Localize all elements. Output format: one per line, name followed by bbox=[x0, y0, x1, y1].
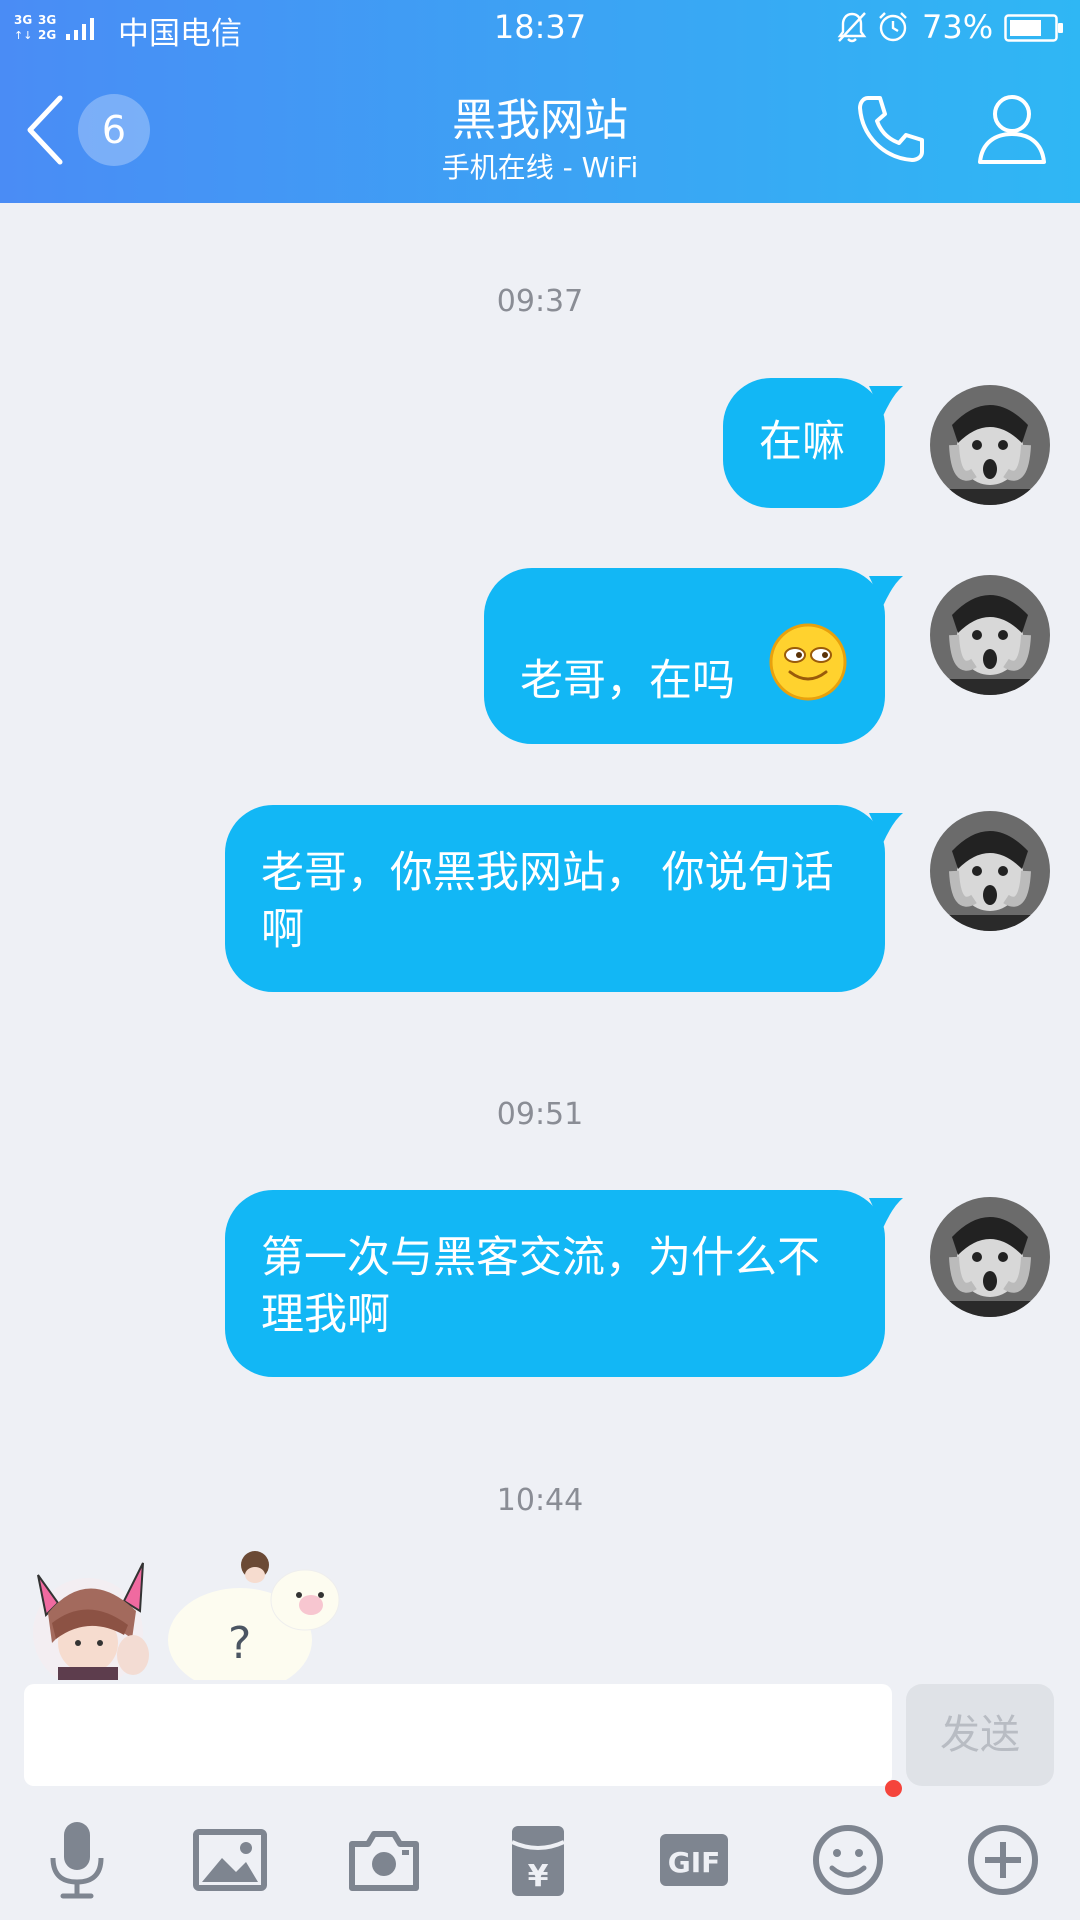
bubble-tail bbox=[869, 813, 903, 843]
message-timestamp: 10:44 bbox=[496, 1483, 584, 1518]
message-timestamp: 09:51 bbox=[496, 1097, 584, 1132]
alarm-icon bbox=[879, 12, 907, 42]
send-button[interactable]: 发送 bbox=[906, 1684, 1054, 1786]
bubble-tail bbox=[869, 386, 903, 416]
mute-bell-icon bbox=[837, 12, 867, 43]
mic-icon[interactable] bbox=[37, 1820, 117, 1900]
message-input[interactable] bbox=[24, 1684, 892, 1786]
message-timestamp: 09:37 bbox=[496, 284, 584, 319]
message-bubble[interactable]: 第一次与黑客交流，为什么不理我啊 bbox=[225, 1190, 903, 1377]
gif-icon[interactable]: GIF bbox=[654, 1820, 734, 1900]
sheep-sticker[interactable] bbox=[165, 1545, 355, 1680]
notification-dot bbox=[885, 1780, 902, 1797]
contact-avatar[interactable] bbox=[28, 1555, 158, 1680]
sticker-question-text: ? bbox=[228, 1618, 252, 1669]
chat-header: 3G 3G 2G ↑↓ 中国电信 18:37 73% 6 黑我网站 手机在线 -… bbox=[0, 0, 1080, 203]
bubble-tail bbox=[869, 1198, 903, 1228]
user-avatar[interactable] bbox=[930, 575, 1050, 695]
status-bar: 3G 3G 2G ↑↓ 中国电信 18:37 73% bbox=[0, 0, 1080, 56]
message-text: 老哥，在吗 bbox=[520, 656, 735, 706]
camera-icon[interactable] bbox=[344, 1820, 424, 1900]
message-text: 老哥，你黑我网站， 你说句话啊 bbox=[261, 848, 834, 955]
image-icon[interactable] bbox=[190, 1820, 270, 1900]
smiley-icon bbox=[769, 623, 847, 701]
gif-label: GIF bbox=[668, 1846, 721, 1879]
bubble-tail bbox=[869, 576, 903, 606]
yen-symbol: ¥ bbox=[528, 1859, 549, 1894]
message-text: 在嘛 bbox=[759, 417, 845, 467]
emoji-icon[interactable] bbox=[808, 1820, 888, 1900]
clock: 18:37 bbox=[493, 8, 587, 46]
plus-icon[interactable] bbox=[963, 1820, 1043, 1900]
battery-icon bbox=[1004, 14, 1063, 42]
user-avatar[interactable] bbox=[930, 385, 1050, 505]
profile-icon[interactable] bbox=[976, 90, 1048, 166]
message-text: 第一次与黑客交流，为什么不理我啊 bbox=[261, 1233, 820, 1340]
battery-percent: 73% bbox=[922, 8, 994, 46]
user-avatar[interactable] bbox=[930, 1197, 1050, 1317]
red-packet-icon[interactable]: ¥ bbox=[498, 1820, 578, 1900]
message-bubble[interactable]: 在嘛 bbox=[723, 378, 903, 508]
phone-icon[interactable] bbox=[854, 90, 930, 166]
message-bubble[interactable]: 老哥，你黑我网站， 你说句话啊 bbox=[225, 805, 903, 992]
user-avatar[interactable] bbox=[930, 811, 1050, 931]
